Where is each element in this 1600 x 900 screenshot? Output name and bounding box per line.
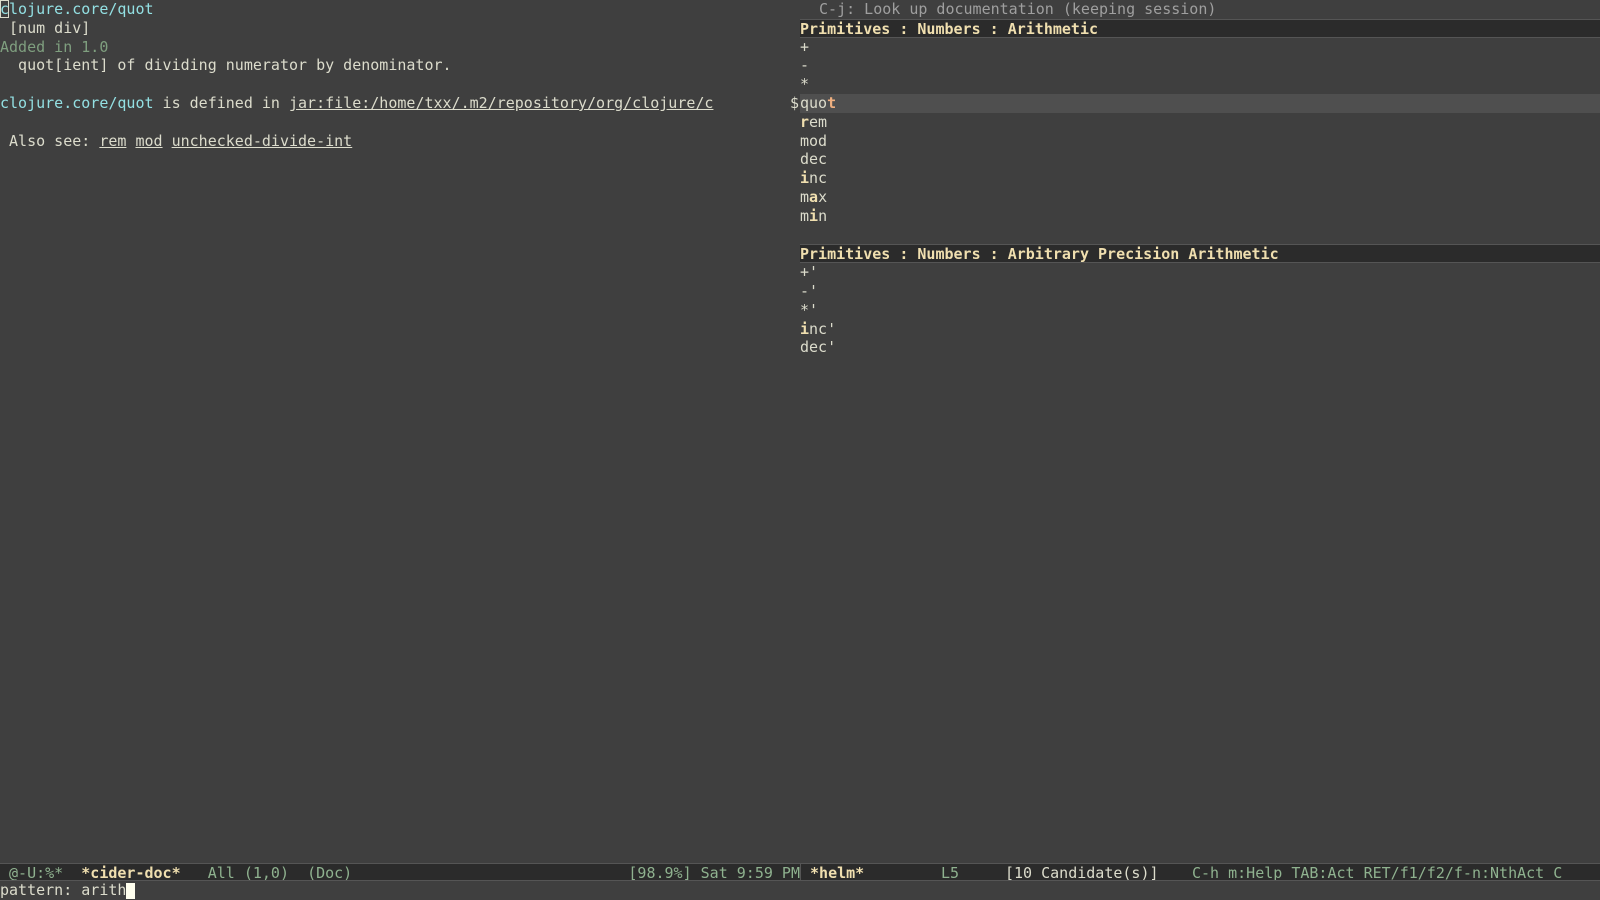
candidate-match-highlight: r	[800, 112, 810, 131]
candidate-text: m	[800, 206, 810, 225]
helm-candidate[interactable]: *	[800, 75, 1600, 94]
doc-arglist: [num div]	[0, 18, 91, 37]
candidate-text: *	[800, 75, 810, 94]
helm-candidate[interactable]: dec	[800, 150, 1600, 169]
minibuffer[interactable]: pattern: arith	[0, 881, 1600, 900]
candidate-text: +'	[800, 263, 819, 282]
candidate-text: -	[800, 56, 810, 75]
doc-also-see-line: Also see: rem mod unchecked-divide-int	[0, 132, 800, 151]
candidate-text: nc'	[809, 319, 837, 338]
candidate-match-highlight: i	[800, 319, 810, 338]
candidate-text: m	[800, 187, 810, 206]
helm-candidate[interactable]: rem	[800, 113, 1600, 132]
pattern-input[interactable]: arith	[81, 881, 126, 899]
candidate-text: quo	[800, 93, 828, 112]
mode-line: @-U:%* *cider-doc* All (1,0) (Doc) [98.9%…	[0, 863, 1600, 881]
helm-candidate[interactable]: *'	[800, 301, 1600, 320]
candidate-text: x	[818, 187, 828, 206]
helm-candidate[interactable]: -	[800, 56, 1600, 75]
candidate-text: dec'	[800, 338, 837, 357]
also-see-link-mod[interactable]: mod	[135, 132, 162, 150]
helm-candidate[interactable]: inc	[800, 169, 1600, 188]
helm-window[interactable]: C-j: Look up documentation (keeping sess…	[800, 0, 1600, 863]
mode-line-right: *helm* L5 [10 Candidate(s)] C-h m:Help TAB:…	[800, 864, 1600, 880]
ml-position: All (1,0)	[180, 864, 308, 880]
doc-source-link[interactable]: jar:file:/home/txx/.m2/repository/org/cl…	[289, 94, 713, 112]
ml-buffer-name[interactable]: *cider-doc*	[81, 864, 180, 880]
minibuffer-cursor	[126, 882, 136, 899]
minibuffer-prompt: pattern:	[0, 881, 82, 899]
ml-helm-buffer[interactable]: *helm*	[801, 864, 864, 880]
ml-candidate-count: [10 Candidate(s)]	[1005, 864, 1159, 880]
helm-candidate[interactable]: inc'	[800, 320, 1600, 339]
doc-docstring: quot[ient] of dividing numerator by deno…	[0, 56, 452, 75]
ml-helm-line: L5	[941, 864, 960, 880]
candidate-match-highlight: i	[800, 169, 810, 188]
candidate-match-highlight: i	[809, 206, 819, 225]
helm-candidate[interactable]: dec'	[800, 338, 1600, 357]
ml-misc: [98.9%] Sat 9:59 PM	[628, 864, 800, 880]
doc-symbol: lojure.core/quot	[9, 0, 154, 18]
doc-defined-symbol: clojure.core/quot	[0, 93, 154, 112]
also-see-link-unchecked-divide-int[interactable]: unchecked-divide-int	[172, 132, 353, 150]
cider-doc-window[interactable]: clojure.core/quot [num div] Added in 1.0…	[0, 0, 800, 863]
helm-candidate[interactable]: max	[800, 188, 1600, 207]
helm-candidate[interactable]: +'	[800, 263, 1600, 282]
candidate-text: em	[809, 112, 828, 131]
helm-candidate[interactable]: +	[800, 38, 1600, 57]
helm-source-header: Primitives : Numbers : Arithmetic	[800, 18, 1600, 38]
candidate-text: -'	[800, 281, 819, 300]
helm-header-line: C-j: Look up documentation (keeping sess…	[810, 0, 1217, 18]
candidate-text: mod	[800, 131, 828, 150]
also-see-label: Also see:	[0, 131, 100, 150]
helm-candidate[interactable]: -'	[800, 282, 1600, 301]
doc-symbol-line: clojure.core/quot	[0, 0, 800, 19]
candidate-text: +	[800, 37, 810, 56]
truncation-indicator: $	[790, 94, 800, 112]
candidate-text: nc	[809, 169, 828, 188]
doc-defined-text: is defined in	[153, 93, 289, 112]
helm-candidate-list: Primitives : Numbers : Arithmetic + - * quot…	[800, 18, 1600, 357]
helm-candidate[interactable]: mod	[800, 132, 1600, 151]
ml-status: @-U:%*	[0, 864, 82, 880]
doc-defined-line: clojure.core/quot is defined in jar:file…	[0, 94, 800, 113]
ml-helm-keys: C-h m:Help TAB:Act RET/f1/f2/f-n:NthAct …	[1192, 864, 1563, 880]
ml-mode[interactable]: (Doc)	[307, 864, 352, 880]
candidate-match-highlight: t	[827, 93, 837, 112]
candidate-text: n	[818, 206, 828, 225]
helm-candidate[interactable]: quot	[800, 93, 1600, 113]
also-see-link-rem[interactable]: rem	[99, 132, 126, 150]
candidate-text: *'	[800, 300, 819, 319]
helm-candidate[interactable]: min	[800, 207, 1600, 226]
doc-added: Added in 1.0	[0, 37, 109, 56]
candidate-text: dec	[800, 150, 828, 169]
mode-line-left: @-U:%* *cider-doc* All (1,0) (Doc) [98.9%…	[0, 864, 800, 880]
helm-source-header: Primitives : Numbers : Arbitrary Precisi…	[800, 244, 1600, 264]
candidate-match-highlight: a	[809, 187, 819, 206]
point-cursor: c	[0, 0, 10, 18]
